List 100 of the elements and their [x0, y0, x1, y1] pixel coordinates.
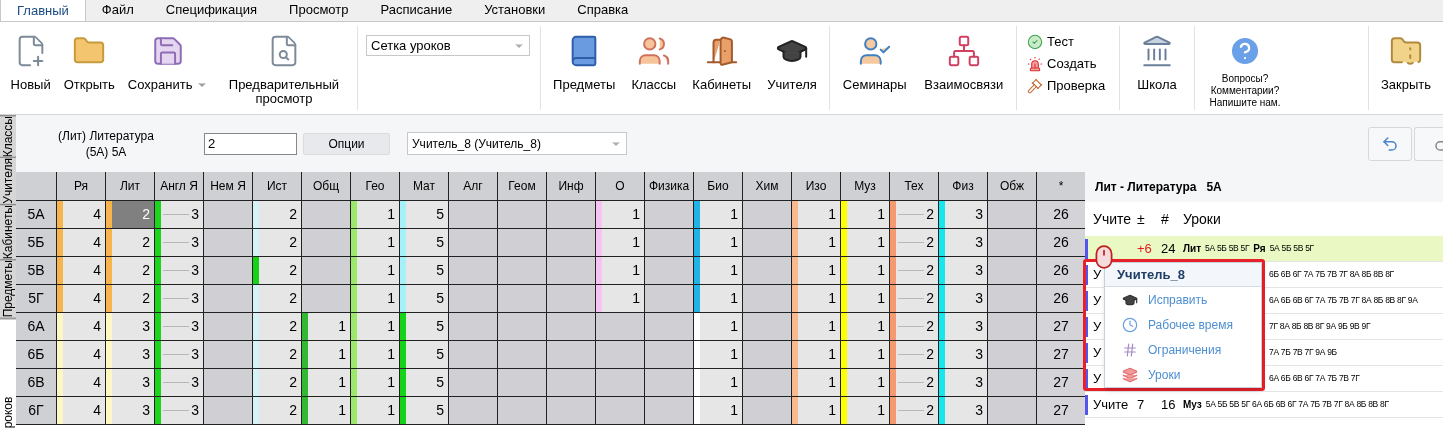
table-cell[interactable]: 2	[890, 341, 938, 368]
side-tab[interactable]: Классы	[0, 115, 16, 158]
table-cell[interactable]: 1	[302, 369, 350, 396]
ribbon-button[interactable]: Семинары	[842, 34, 907, 92]
menu-tab[interactable]: Главный	[0, 0, 86, 21]
column-header[interactable]: Ря	[57, 172, 105, 200]
table-cell[interactable]: 1	[792, 397, 840, 424]
column-header[interactable]: Физ	[939, 172, 987, 200]
column-header[interactable]: Общ	[302, 172, 350, 200]
table-cell[interactable]: 1	[841, 313, 889, 340]
ribbon-button[interactable]: Новый	[10, 34, 51, 92]
row-header[interactable]: 5Б	[16, 229, 56, 256]
menu-item[interactable]: Исправить	[1105, 287, 1261, 312]
undo-button[interactable]	[1368, 127, 1412, 161]
table-cell[interactable]: 5	[400, 397, 448, 424]
column-header[interactable]: Нем Я	[204, 172, 252, 200]
table-cell[interactable]: 1	[351, 369, 399, 396]
table-cell[interactable]: 2	[106, 229, 154, 256]
table-cell[interactable]: 1	[596, 201, 644, 228]
row-header[interactable]: 6Г	[16, 397, 56, 424]
column-header[interactable]: Мат	[400, 172, 448, 200]
table-cell[interactable]: 3	[155, 201, 203, 228]
table-cell[interactable]: 1	[792, 257, 840, 284]
ribbon-button[interactable]: Сохранить	[127, 34, 209, 92]
menu-tab[interactable]: Файл	[85, 0, 150, 21]
table-cell[interactable]: 1	[351, 397, 399, 424]
table-cell[interactable]: 1	[841, 285, 889, 312]
table-cell[interactable]: 1	[841, 229, 889, 256]
ribbon-button[interactable]: Взаимосвязи	[924, 34, 1004, 92]
table-cell[interactable]: 1	[694, 229, 742, 256]
table-cell[interactable]: 1	[694, 341, 742, 368]
ribbon-button[interactable]: Создать	[1027, 55, 1119, 73]
table-cell[interactable]: 3	[155, 313, 203, 340]
table-cell[interactable]: 1	[792, 285, 840, 312]
menu-tab[interactable]: Установки	[468, 0, 562, 21]
table-cell[interactable]: 2	[253, 229, 301, 256]
table-cell[interactable]: 1	[841, 341, 889, 368]
count-field[interactable]: 2	[204, 132, 297, 155]
table-cell[interactable]: 2	[106, 257, 154, 284]
table-cell[interactable]: 2	[890, 313, 938, 340]
table-cell[interactable]: 3	[939, 341, 987, 368]
table-cell[interactable]: 2	[106, 285, 154, 312]
table-cell[interactable]: 1	[351, 341, 399, 368]
table-cell[interactable]: 2	[253, 341, 301, 368]
column-header[interactable]: Гео	[351, 172, 399, 200]
menu-tab[interactable]: Расписание	[364, 0, 469, 21]
table-cell[interactable]: 5	[400, 285, 448, 312]
table-cell[interactable]: 3	[155, 369, 203, 396]
table-cell[interactable]: 1	[302, 397, 350, 424]
table-cell[interactable]: 2	[253, 257, 301, 284]
table-cell[interactable]: 1	[694, 285, 742, 312]
column-header[interactable]: Геом	[498, 172, 546, 200]
table-cell[interactable]: 2	[253, 397, 301, 424]
table-cell[interactable]: 1	[596, 229, 644, 256]
table-cell[interactable]: 2	[253, 201, 301, 228]
menu-tab[interactable]: Спецификация	[149, 0, 274, 21]
table-cell[interactable]: 4	[57, 201, 105, 228]
column-header[interactable]: Био	[694, 172, 742, 200]
table-cell[interactable]: 1	[596, 257, 644, 284]
ribbon-button[interactable]: Классы	[631, 34, 677, 92]
table-cell[interactable]: 3	[106, 397, 154, 424]
ribbon-button[interactable]: Школа	[1137, 34, 1177, 92]
ribbon-button[interactable]: Учителя	[767, 34, 817, 92]
table-cell[interactable]: 5	[400, 201, 448, 228]
column-header[interactable]: О	[596, 172, 644, 200]
ribbon-button[interactable]: Открыть	[63, 34, 115, 92]
side-tab[interactable]: Предметы	[0, 259, 16, 318]
table-cell[interactable]: 3	[939, 201, 987, 228]
table-cell[interactable]: 4	[57, 341, 105, 368]
table-cell[interactable]: 2	[890, 397, 938, 424]
table-cell[interactable]: 2	[106, 201, 154, 228]
table-cell[interactable]: 1	[841, 257, 889, 284]
table-cell[interactable]: 4	[57, 369, 105, 396]
table-cell[interactable]: 1	[792, 341, 840, 368]
ribbon-button[interactable]: Предметы	[553, 34, 616, 92]
table-cell[interactable]: 3	[155, 397, 203, 424]
table-cell[interactable]: 2	[890, 257, 938, 284]
column-header[interactable]: Лит	[106, 172, 154, 200]
table-cell[interactable]: 1	[841, 201, 889, 228]
table-cell[interactable]: 3	[939, 397, 987, 424]
table-cell[interactable]: 5	[400, 229, 448, 256]
table-cell[interactable]: 1	[792, 229, 840, 256]
column-header[interactable]: Муз	[841, 172, 889, 200]
table-cell[interactable]: 3	[155, 257, 203, 284]
table-cell[interactable]: 3	[106, 369, 154, 396]
menu-tab[interactable]: Просмотр	[273, 0, 365, 21]
table-cell[interactable]: 4	[57, 257, 105, 284]
table-cell[interactable]: 1	[302, 313, 350, 340]
table-cell[interactable]: 5	[400, 257, 448, 284]
table-cell[interactable]: 4	[57, 229, 105, 256]
table-cell[interactable]: 1	[351, 201, 399, 228]
column-header[interactable]: Обж	[988, 172, 1036, 200]
ribbon-button[interactable]: Закрыть	[1380, 34, 1432, 92]
table-cell[interactable]: 1	[792, 313, 840, 340]
table-cell[interactable]: 2	[890, 285, 938, 312]
table-cell[interactable]: 1	[694, 369, 742, 396]
column-header[interactable]: Алг	[449, 172, 497, 200]
row-header[interactable]: 6Б	[16, 341, 56, 368]
table-cell[interactable]: 5	[400, 341, 448, 368]
teacher-row[interactable]: Учите 7 16 Муз 5А 5Б 5В 5Г 6А 6Б 6В 6Г 7А 7Б 7В 7Г 8А 8Б 8В 8Г	[1085, 392, 1443, 418]
